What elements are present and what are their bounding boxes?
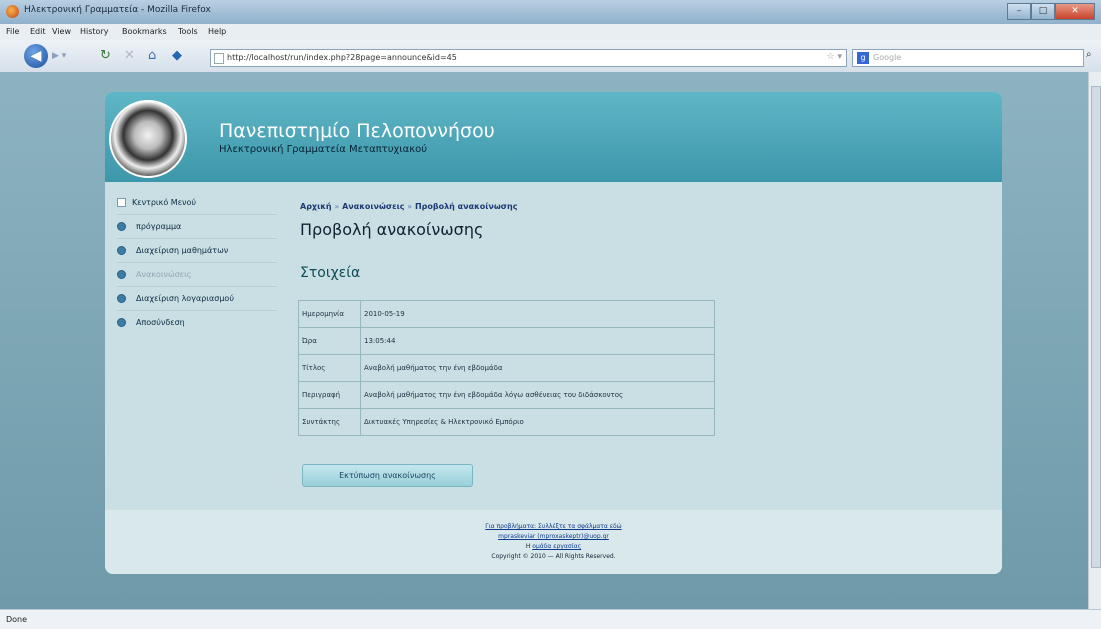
home-icon[interactable]: ⌂ <box>148 49 156 63</box>
sidebar-item-main-menu[interactable]: Κεντρικό Μενού <box>117 192 277 215</box>
stop-icon[interactable]: ✕ <box>124 49 135 63</box>
table-row: Συντάκτης Δικτυακές Υπηρεσίες & Ηλεκτρον… <box>298 408 715 436</box>
search-icon[interactable]: ⌕ <box>1086 49 1092 60</box>
sidebar-item-label: Κεντρικό Μενού <box>132 198 197 207</box>
table-row: Ώρα 13:05:44 <box>298 327 715 355</box>
row-value: Αναβολή μαθήματος την ένη εβδομάδα <box>360 354 715 382</box>
menu-box-icon <box>117 198 126 207</box>
menu-tools[interactable]: Tools <box>178 27 198 36</box>
navigation-toolbar: ◀ ▶ ▾ ↻ ✕ ⌂ ◆ http://localhost/run/index… <box>0 40 1101 73</box>
page-icon <box>214 53 224 64</box>
sidebar-item-program[interactable]: πρόγραμμα <box>117 216 277 239</box>
site-subtitle: Ηλεκτρονική Γραμματεία Μεταπτυχιακού <box>219 144 428 155</box>
sidebar-item-label: πρόγραμμα <box>136 222 182 231</box>
menu-history[interactable]: History <box>80 27 108 36</box>
url-bar[interactable]: http://localhost/run/index.php?28page=an… <box>210 49 847 67</box>
row-value: Δικτυακές Υπηρεσίες & Ηλεκτρονικό Εμπόρι… <box>360 408 715 436</box>
row-label: Ώρα <box>298 327 361 355</box>
breadcrumb-separator: » <box>407 202 413 211</box>
menu-help[interactable]: Help <box>208 27 226 36</box>
sidebar-menu: Κεντρικό Μενού πρόγραμμα Διαχείριση μαθη… <box>105 182 283 502</box>
section-title: Στοιχεία <box>300 265 361 281</box>
menu-bar: File Edit View History Bookmarks Tools H… <box>0 24 1101 40</box>
firefox-icon <box>6 5 19 18</box>
breadcrumb-current: Προβολή ανακοίνωσης <box>414 202 518 211</box>
vertical-scrollbar[interactable] <box>1088 72 1101 609</box>
page-container: Πανεπιστημίο Πελοποννήσου Ηλεκτρονική Γρ… <box>105 92 1002 574</box>
status-bar: Done <box>0 609 1101 629</box>
bullet-icon <box>117 270 126 279</box>
bookmark-icon[interactable]: ◆ <box>172 49 182 63</box>
footer-email-link[interactable]: mpraskeviar (mproxaskeptr)@uop.gr <box>498 533 609 540</box>
maximize-button[interactable]: □ <box>1031 3 1055 20</box>
main-content: Αρχική » Ανακοινώσεις » Προβολή ανακοίνω… <box>283 182 1002 502</box>
status-text: Done <box>6 615 28 624</box>
row-value: Αναβολή μαθήματος την ένη εβδομάδα λόγω … <box>360 381 715 409</box>
row-value: 13:05:44 <box>360 327 715 355</box>
sidebar-item-label: Διαχείριση μαθημάτων <box>136 246 229 255</box>
print-announcement-button[interactable]: Εκτύπωση ανακοίνωσης <box>302 464 473 487</box>
sidebar-item-label: Ανακοινώσεις <box>136 270 192 279</box>
search-placeholder: Google <box>873 53 902 62</box>
row-label: Ημερομηνία <box>298 300 361 328</box>
bullet-icon <box>117 294 126 303</box>
menu-bookmarks[interactable]: Bookmarks <box>122 27 167 36</box>
forward-button[interactable]: ▶ ▾ <box>52 49 70 63</box>
site-footer: Για προβλήματα: Συλλέξτε τα σφάλματα εδώ… <box>105 510 1002 574</box>
row-label: Συντάκτης <box>298 408 361 436</box>
window-controls: – □ ✕ <box>1007 3 1095 20</box>
bullet-icon <box>117 246 126 255</box>
footer-report-link[interactable]: Για προβλήματα: Συλλέξτε τα σφάλματα εδώ <box>485 523 621 530</box>
footer-report-link-line: Για προβλήματα: Συλλέξτε τα σφάλματα εδώ <box>105 523 1002 530</box>
announcement-details-table: Ημερομηνία 2010-05-19 Ώρα 13:05:44 Τίτλο… <box>298 300 715 436</box>
row-label: Περιγραφή <box>298 381 361 409</box>
breadcrumb-announcements-link[interactable]: Ανακοινώσεις <box>342 202 404 211</box>
bullet-icon <box>117 222 126 231</box>
minimize-button[interactable]: – <box>1007 3 1031 20</box>
footer-team-link[interactable]: ομάδα εργασίας <box>532 543 581 550</box>
site-header: Πανεπιστημίο Πελοποννήσου Ηλεκτρονική Γρ… <box>105 92 1002 182</box>
sidebar-item-courses[interactable]: Διαχείριση μαθημάτων <box>117 240 277 263</box>
menu-file[interactable]: File <box>6 27 19 36</box>
sidebar-item-label: Αποσύνδεση <box>136 318 185 327</box>
scrollbar-thumb[interactable] <box>1091 86 1101 568</box>
sidebar-item-label: Διαχείριση λογαριασμού <box>136 294 234 303</box>
footer-copyright: Copyright © 2010 — All Rights Reserved. <box>491 553 616 560</box>
table-row: Ημερομηνία 2010-05-19 <box>298 300 715 328</box>
sidebar-item-account[interactable]: Διαχείριση λογαριασμού <box>117 288 277 311</box>
back-button[interactable]: ◀ <box>24 44 48 68</box>
row-label: Τίτλος <box>298 354 361 382</box>
footer-team-line: Η ομάδα εργασίας <box>105 543 1002 550</box>
url-text: http://localhost/run/index.php?28page=an… <box>227 53 457 62</box>
site-title: Πανεπιστημίο Πελοποννήσου <box>219 120 495 142</box>
close-button[interactable]: ✕ <box>1055 3 1095 20</box>
menu-view[interactable]: View <box>52 27 71 36</box>
sidebar-item-logout[interactable]: Αποσύνδεση <box>117 312 277 334</box>
breadcrumb-home-link[interactable]: Αρχική <box>300 202 332 211</box>
star-icon[interactable]: ☆ ▾ <box>827 52 842 62</box>
window-titlebar: Ηλεκτρονική Γραμματεία - Mozilla Firefox… <box>0 0 1101 25</box>
search-input[interactable]: g Google <box>852 49 1084 67</box>
sidebar-item-announcements[interactable]: Ανακοινώσεις <box>117 264 277 287</box>
breadcrumb: Αρχική » Ανακοινώσεις » Προβολή ανακοίνω… <box>300 202 517 211</box>
footer-email-line: mpraskeviar (mproxaskeptr)@uop.gr <box>105 533 1002 540</box>
menu-edit[interactable]: Edit <box>30 27 46 36</box>
page-title: Προβολή ανακοίνωσης <box>300 220 484 239</box>
table-row: Τίτλος Αναβολή μαθήματος την ένη εβδομάδ… <box>298 354 715 382</box>
window-title: Ηλεκτρονική Γραμματεία - Mozilla Firefox <box>24 5 211 15</box>
row-value: 2010-05-19 <box>360 300 715 328</box>
bullet-icon <box>117 318 126 327</box>
university-seal-logo <box>109 100 187 178</box>
google-icon[interactable]: g <box>857 52 869 64</box>
breadcrumb-separator: » <box>334 202 340 211</box>
table-row: Περιγραφή Αναβολή μαθήματος την ένη εβδο… <box>298 381 715 409</box>
reload-icon[interactable]: ↻ <box>100 49 111 63</box>
